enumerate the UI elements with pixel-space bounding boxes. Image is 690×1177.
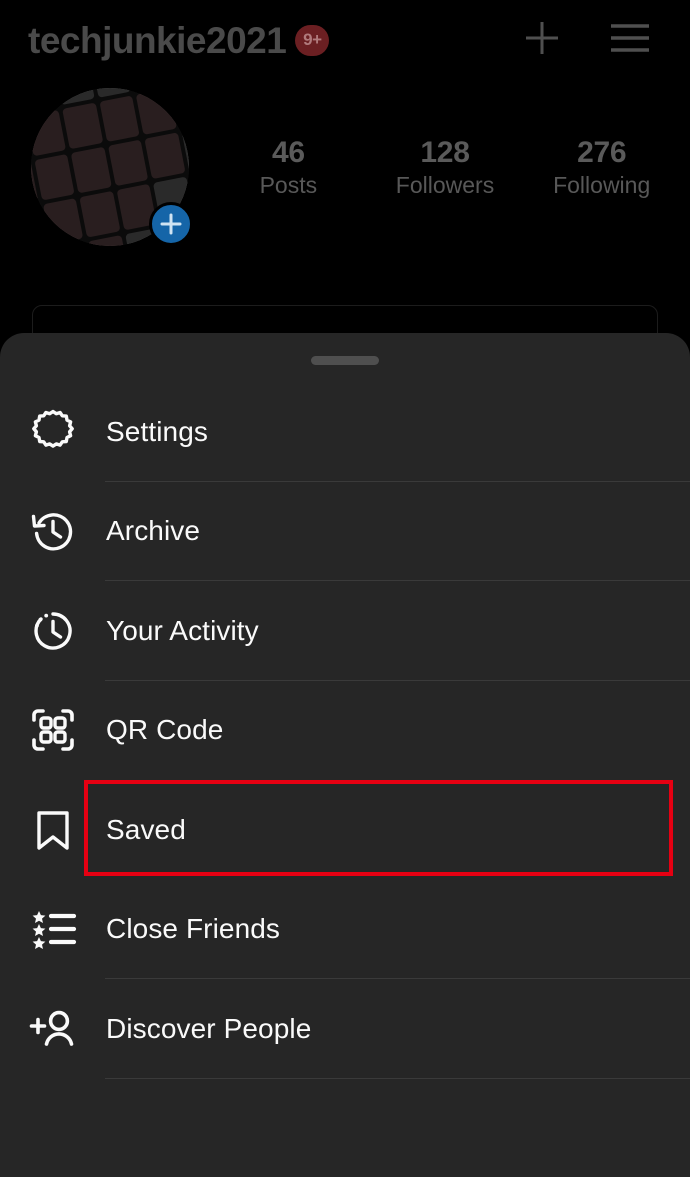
drag-handle[interactable]	[311, 356, 379, 365]
star-list-icon	[25, 904, 81, 954]
stat-following[interactable]: 276 Following	[523, 136, 680, 201]
qr-code-icon	[25, 705, 81, 755]
menu-item-discover-people[interactable]: Discover People	[0, 979, 690, 1079]
hamburger-menu-icon[interactable]	[608, 21, 652, 60]
username-title[interactable]: techjunkie2021	[28, 22, 287, 59]
clock-activity-icon	[25, 606, 81, 656]
bottom-sheet-menu: Settings Archive Your Activity QR Code S…	[0, 333, 690, 1177]
stat-posts[interactable]: 46 Posts	[210, 136, 367, 201]
profile-stats: 46 Posts 128 Followers 276 Following	[210, 136, 680, 201]
menu-item-archive[interactable]: Archive	[0, 482, 690, 581]
menu-item-label: QR Code	[106, 714, 224, 746]
menu-item-label: Discover People	[106, 1012, 312, 1044]
header-actions	[520, 16, 690, 65]
menu-item-label: Archive	[106, 515, 201, 547]
stat-posts-label: Posts	[259, 172, 318, 198]
menu-item-label: Close Friends	[106, 913, 281, 945]
add-story-plus-button[interactable]	[149, 202, 193, 246]
avatar-wrapper[interactable]	[31, 88, 193, 246]
stat-posts-value: 46	[271, 136, 305, 169]
stat-followers-value: 128	[420, 136, 470, 169]
stat-following-value: 276	[577, 136, 627, 169]
menu-list: Settings Archive Your Activity QR Code S…	[0, 382, 690, 1079]
profile-summary-row: 46 Posts 128 Followers 276 Following	[0, 88, 690, 263]
menu-item-saved[interactable]: Saved	[0, 780, 690, 880]
menu-item-label: Saved	[106, 813, 186, 845]
menu-divider	[105, 1077, 690, 1079]
profile-header: techjunkie2021 9+	[0, 13, 690, 67]
person-plus-icon	[25, 1004, 81, 1054]
instagram-profile-screen: techjunkie2021 9+ 46 Posts 128 Followers…	[0, 0, 690, 1177]
new-post-plus-icon[interactable]	[520, 16, 564, 65]
menu-item-label: Settings	[106, 415, 208, 447]
menu-item-label: Your Activity	[106, 614, 259, 646]
stat-following-label: Following	[553, 172, 651, 198]
gear-icon	[25, 407, 81, 457]
menu-item-qr-code[interactable]: QR Code	[0, 681, 690, 781]
menu-item-settings[interactable]: Settings	[0, 382, 690, 482]
unread-count-badge: 9+	[295, 24, 330, 56]
menu-item-your-activity[interactable]: Your Activity	[0, 581, 690, 681]
clock-rewind-icon	[25, 506, 81, 556]
bookmark-icon	[25, 805, 81, 855]
stat-followers-label: Followers	[395, 172, 495, 198]
menu-item-close-friends[interactable]: Close Friends	[0, 880, 690, 979]
stat-followers[interactable]: 128 Followers	[367, 136, 524, 201]
